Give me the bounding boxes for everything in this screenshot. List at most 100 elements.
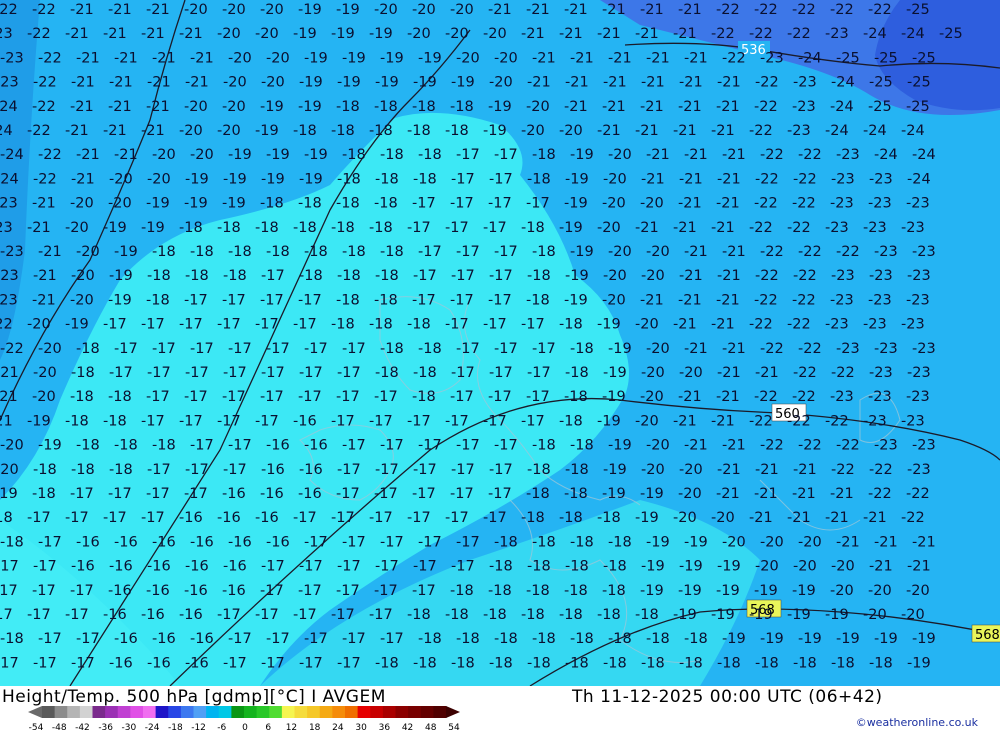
source-credit: ©weatheronline.co.uk	[855, 716, 978, 729]
temperature-label: -17	[483, 220, 507, 236]
temperature-label: -17	[342, 341, 366, 357]
temperature-label: -18	[532, 534, 556, 550]
temperature-label: -20	[711, 510, 735, 526]
temperature-label: -17	[260, 583, 284, 599]
temperature-label: -18	[304, 244, 328, 260]
temperature-label: -19	[749, 607, 773, 623]
temperature-label: -16	[185, 559, 209, 575]
temperature-label: -21	[793, 462, 817, 478]
temperature-label: -17	[223, 365, 247, 381]
temperature-label: -16	[293, 413, 317, 429]
temperature-label: -23	[787, 123, 811, 139]
temperature-label: -16	[71, 559, 95, 575]
temperature-label: -23	[863, 220, 887, 236]
temperature-label: -22	[0, 317, 13, 333]
temperature-label: -22	[760, 147, 784, 163]
temperature-label: -17	[407, 413, 431, 429]
colorbar-swatch	[269, 706, 283, 718]
temperature-label: -20	[222, 99, 246, 115]
temperature-label: -16	[146, 583, 170, 599]
temperature-label: -21	[716, 292, 740, 308]
temperature-label: -21	[114, 50, 138, 66]
temperature-label: -19	[38, 438, 62, 454]
temperature-label: -21	[71, 171, 95, 187]
temperature-label: -16	[255, 510, 279, 526]
temperature-label: -19	[451, 75, 475, 91]
colorbar-swatch	[231, 706, 245, 718]
temperature-label: -21	[787, 510, 811, 526]
temperature-label: -18	[603, 655, 627, 671]
temperature-label: -22	[793, 171, 817, 187]
temperature-label: -20	[760, 534, 784, 550]
temperature-label: -23	[869, 171, 893, 187]
temperature-label: -24	[863, 123, 887, 139]
colorbar-tick-label: 54	[448, 723, 460, 732]
temperature-label: -18	[641, 655, 665, 671]
temperature-label: -17	[217, 413, 241, 429]
temperature-label: -17	[298, 583, 322, 599]
temperature-label: -19	[228, 147, 252, 163]
temperature-label: -17	[223, 655, 247, 671]
colorbar-swatch	[345, 706, 359, 718]
temperature-label: -20	[70, 292, 94, 308]
colorbar-swatch	[180, 706, 194, 718]
temperature-label: -19	[565, 268, 589, 284]
temperature-label: -17	[255, 413, 279, 429]
temperature-label: -16	[184, 583, 208, 599]
temperature-label: -24	[0, 99, 18, 115]
temperature-label: -18	[369, 220, 393, 236]
temperature-label: -23	[912, 438, 936, 454]
temperature-label: -22	[754, 99, 778, 115]
temperature-label: -18	[375, 655, 399, 671]
temperature-label: -19	[608, 438, 632, 454]
temperature-label: -17	[526, 389, 550, 405]
temperature-label: -17	[190, 341, 214, 357]
temperature-label: -17	[228, 438, 252, 454]
temperature-label: -22	[901, 510, 925, 526]
temperature-label: -18	[146, 292, 170, 308]
temperature-label: -17	[185, 365, 209, 381]
temperature-label: -19	[293, 26, 317, 42]
temperature-label: -17	[450, 486, 474, 502]
temperature-label: -17	[65, 510, 89, 526]
temperature-label: -19	[108, 292, 132, 308]
temperature-label: -21	[641, 75, 665, 91]
colorbar-tick-label: 48	[425, 723, 437, 732]
temperature-label: -20	[646, 438, 670, 454]
temperature-label: -17	[527, 365, 551, 381]
temperature-label: -21	[646, 147, 670, 163]
temperature-label: -20	[412, 2, 436, 18]
temperature-label: -18	[71, 365, 95, 381]
temperature-label: -20	[223, 75, 247, 91]
temperature-label: -19	[222, 196, 246, 212]
temperature-label: -17	[450, 196, 474, 212]
temperature-label: -19	[717, 559, 741, 575]
temperature-label: -18	[527, 655, 551, 671]
temperature-label: -17	[412, 196, 436, 212]
temperature-label: -18	[488, 583, 512, 599]
temperature-label: -16	[109, 655, 133, 671]
temperature-label: -17	[261, 655, 285, 671]
temperature-label: -22	[755, 268, 779, 284]
temperature-label: -20	[722, 534, 746, 550]
temperature-label: -20	[228, 50, 252, 66]
temperature-label: -21	[564, 2, 588, 18]
temperature-label: -18	[223, 268, 247, 284]
temperature-label: -23	[831, 171, 855, 187]
colorbar-tick-label: -12	[191, 723, 206, 732]
temperature-label: -17	[483, 317, 507, 333]
temperature-label: -18	[494, 534, 518, 550]
colorbar-tick-label: -48	[52, 723, 67, 732]
temperature-label: -25	[939, 26, 963, 42]
colorbar-swatch	[281, 706, 295, 718]
temperature-label: -18	[374, 196, 398, 212]
temperature-label: -19	[488, 99, 512, 115]
temperature-label: -22	[38, 147, 62, 163]
temperature-label: -23	[874, 244, 898, 260]
temperature-label: -21	[830, 486, 854, 502]
colorbar-swatch	[105, 706, 119, 718]
temperature-label: -23	[830, 292, 854, 308]
temperature-label: -17	[266, 631, 290, 647]
temperature-label: -22	[831, 365, 855, 381]
colorbar-arrow-left	[28, 706, 42, 718]
